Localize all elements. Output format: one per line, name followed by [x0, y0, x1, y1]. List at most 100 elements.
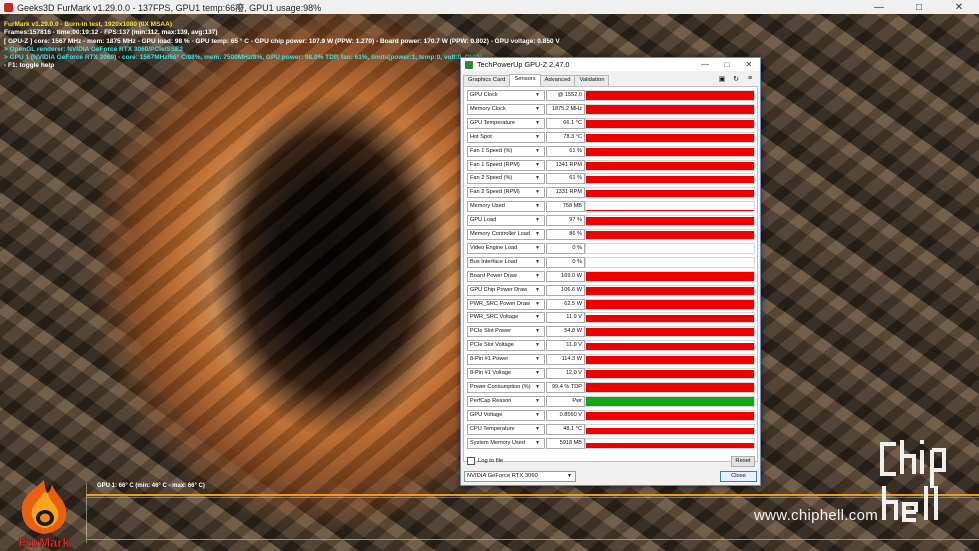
chevron-down-icon[interactable]: ▼ [535, 370, 540, 376]
chevron-down-icon[interactable]: ▼ [535, 134, 540, 140]
sensor-label[interactable]: Fan 1 Speed (%) [467, 145, 545, 157]
sensor-label[interactable]: Memory Used [467, 201, 545, 213]
sensor-row: GPU Load ▼ 97 % [467, 215, 755, 227]
sensor-graph-fill [586, 396, 754, 406]
sensor-label[interactable]: Bus Interface Load [467, 256, 545, 268]
sensor-graph-fill [586, 105, 754, 114]
sensor-graph [585, 354, 755, 366]
sensor-graph-fill [586, 443, 754, 448]
graph-baseline [86, 539, 979, 540]
chevron-down-icon[interactable]: ▼ [535, 384, 540, 390]
sensor-value: Pwr [546, 395, 585, 407]
chevron-down-icon[interactable]: ▼ [535, 148, 540, 154]
sensor-label[interactable]: PWR_SRC Power Draw [467, 298, 545, 310]
sensor-label[interactable]: Fan 2 Speed (RPM) [467, 187, 545, 199]
camera-icon[interactable]: ▣ [718, 75, 726, 83]
sensor-graph [585, 381, 755, 393]
chevron-down-icon[interactable]: ▼ [535, 356, 540, 362]
sensor-label[interactable]: Memory Clock [467, 103, 545, 115]
chevron-down-icon[interactable]: ▼ [535, 175, 540, 181]
gpuz-maximize-button[interactable]: □ [716, 60, 738, 69]
sensor-label[interactable]: Video Engine Load [467, 242, 545, 254]
sensor-label[interactable]: PCIe Slot Power [467, 326, 545, 338]
sensor-label[interactable]: Power Consumption (%) [467, 381, 545, 393]
log-to-file-checkbox[interactable] [467, 457, 475, 465]
minimize-button[interactable]: — [859, 2, 899, 13]
chevron-down-icon[interactable]: ▼ [535, 189, 540, 195]
chevron-down-icon[interactable]: ▼ [535, 412, 540, 418]
sensor-value: 1331 RPM [546, 187, 585, 199]
sensor-label[interactable]: 8-Pin #1 Voltage [467, 368, 545, 379]
sensor-row: Power Consumption (%) ▼ 99.4 % TDP [467, 381, 755, 393]
sensor-label[interactable]: PCIe Slot Voltage [467, 340, 545, 352]
sensor-row: Hot Spot ▼ 78.3 °C [467, 131, 755, 143]
graph-label: GPU 1: 66° C (min: 46° C - max: 66° C) [97, 483, 205, 489]
sensor-value: 1341 RPM [546, 159, 585, 171]
sensor-label[interactable]: GPU Temperature [467, 117, 545, 129]
sensor-graph [585, 117, 755, 129]
chevron-down-icon[interactable]: ▼ [535, 106, 540, 112]
sensor-label[interactable]: GPU Load [467, 215, 545, 227]
chevron-down-icon[interactable]: ▼ [535, 328, 540, 334]
sensor-graph-fill [586, 91, 754, 100]
chevron-down-icon[interactable]: ▼ [535, 259, 540, 265]
chevron-down-icon[interactable]: ▼ [535, 426, 540, 432]
sensor-label[interactable]: System Memory Used [467, 437, 545, 449]
sensor-label[interactable]: Memory Controller Load [467, 229, 545, 240]
sensor-graph [585, 215, 755, 227]
chevron-down-icon[interactable]: ▼ [535, 398, 540, 404]
sensor-graph [585, 131, 755, 143]
sensor-row: GPU Temperature ▼ 66.1 °C [467, 117, 755, 129]
sensor-value: 0 % [546, 256, 585, 268]
sensor-label[interactable]: 8-Pin #1 Power [467, 354, 545, 366]
close-window-button[interactable]: ✕ [939, 2, 979, 13]
sensor-row: GPU Clock ▼ @ 1552.0 [467, 90, 755, 101]
chevron-down-icon[interactable]: ▼ [535, 231, 540, 237]
sensor-label[interactable]: Fan 2 Speed (%) [467, 173, 545, 185]
chevron-down-icon[interactable]: ▼ [535, 440, 540, 446]
sensor-value: 11.9 V [546, 312, 585, 324]
refresh-icon[interactable]: ↻ [732, 75, 740, 83]
sensor-value: 758 MB [546, 201, 585, 213]
gpuz-minimize-button[interactable]: — [694, 60, 716, 69]
sensor-graph [585, 187, 755, 199]
gpuz-close-x-button[interactable]: ✕ [738, 60, 760, 69]
sensor-value: 54.8 W [546, 326, 585, 338]
chevron-down-icon[interactable]: ▼ [535, 287, 540, 293]
chevron-down-icon[interactable]: ▼ [535, 301, 540, 307]
maximize-button[interactable]: □ [899, 2, 939, 13]
sensor-label[interactable]: PerfCap Reason [467, 395, 545, 407]
chevron-down-icon: ▼ [567, 473, 572, 479]
chevron-down-icon[interactable]: ▼ [535, 245, 540, 251]
sensor-graph [585, 145, 755, 157]
chevron-down-icon[interactable]: ▼ [535, 217, 540, 223]
sensor-label[interactable]: CPU Temperature [467, 423, 545, 435]
sensor-row: Memory Controller Load ▼ 86 % [467, 229, 755, 240]
close-button[interactable]: Close [720, 471, 757, 482]
sensor-label[interactable]: GPU Clock [467, 90, 545, 101]
sensor-graph [585, 270, 755, 282]
sensor-label[interactable]: PWR_SRC Voltage [467, 312, 545, 324]
chevron-down-icon[interactable]: ▼ [535, 162, 540, 168]
gpu-select-dropdown[interactable]: NVIDIA GeForce RTX 3060 ▼ [464, 471, 576, 482]
reset-button[interactable]: Reset [731, 456, 755, 467]
sensor-value: 66.1 °C [546, 117, 585, 129]
sensor-graph-fill [586, 286, 754, 295]
sensor-graph-fill [586, 300, 754, 309]
menu-icon[interactable]: ≡ [746, 75, 754, 83]
sensor-graph [585, 159, 755, 171]
sensor-label[interactable]: Board Power Draw [467, 270, 545, 282]
sensor-label[interactable]: Fan 1 Speed (RPM) [467, 159, 545, 171]
chevron-down-icon[interactable]: ▼ [535, 120, 540, 126]
sensor-label[interactable]: GPU Chip Power Draw [467, 284, 545, 296]
sensor-label[interactable]: GPU Voltage [467, 409, 545, 421]
graph-axis [86, 483, 87, 543]
chevron-down-icon[interactable]: ▼ [535, 92, 540, 98]
sensor-label[interactable]: Hot Spot [467, 131, 545, 143]
chevron-down-icon[interactable]: ▼ [535, 273, 540, 279]
log-to-file[interactable]: Log to file [467, 457, 503, 465]
chevron-down-icon[interactable]: ▼ [535, 342, 540, 348]
chevron-down-icon[interactable]: ▼ [535, 314, 540, 320]
chevron-down-icon[interactable]: ▼ [535, 203, 540, 209]
overlay-version-line: FurMark v1.29.0.0 - Burn-in test, 1920x1… [4, 21, 172, 28]
